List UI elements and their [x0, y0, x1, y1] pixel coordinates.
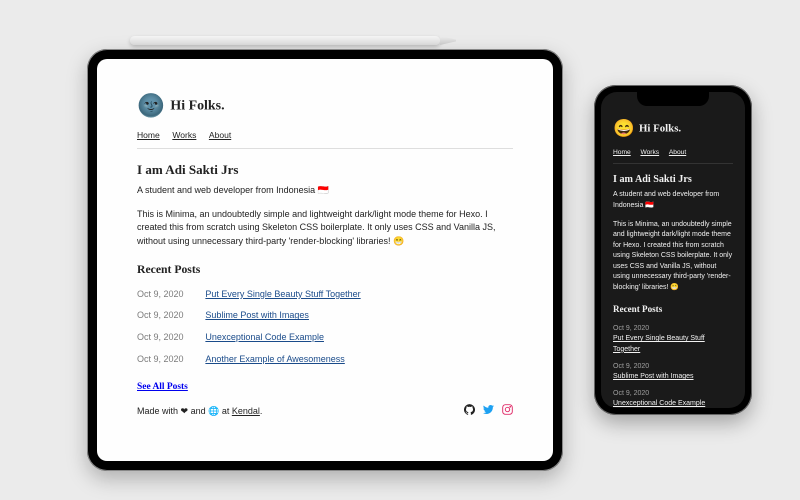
footer: Made with ❤ and 🌐 at Kendal.: [137, 404, 513, 420]
globe-icon: 🌐: [208, 406, 219, 416]
post-row: Oct 9, 2020 Another Example of Awesomene…: [137, 353, 513, 367]
nav-home[interactable]: Home: [137, 130, 160, 140]
post-row: Oct 9, 2020 Sublime Post with Images: [613, 362, 733, 383]
post-date: Oct 9, 2020: [137, 309, 191, 323]
site-title: 🌚 Hi Folks.: [137, 89, 513, 122]
intro-subtitle: A student and web developer from Indones…: [613, 190, 733, 211]
nav-works[interactable]: Works: [172, 130, 196, 140]
intro-heading: I am Adi Sakti Jrs: [613, 172, 733, 187]
footer-text: Made with ❤ and 🌐 at Kendal.: [137, 405, 262, 419]
post-link[interactable]: Unexceptional Code Example: [205, 331, 324, 345]
post-row: Oct 9, 2020 Put Every Single Beauty Stuf…: [613, 324, 733, 356]
post-row: Oct 9, 2020 Sublime Post with Images: [137, 309, 513, 323]
post-link[interactable]: Put Every Single Beauty Stuff Together: [613, 335, 705, 353]
heart-icon: ❤: [181, 406, 189, 416]
site-title-text: Hi Folks.: [170, 99, 224, 114]
post-date: Oct 9, 2020: [137, 331, 191, 345]
see-all-posts-link[interactable]: See All Posts: [137, 380, 188, 394]
post-row: Oct 9, 2020 Unexceptional Code Example: [137, 331, 513, 345]
post-date: Oct 9, 2020: [613, 324, 733, 335]
post-row: Oct 9, 2020 Unexceptional Code Example: [613, 389, 733, 408]
divider: [137, 148, 513, 149]
ipad-screen: 🌚 Hi Folks. Home Works About I am Adi Sak…: [97, 59, 553, 461]
intro-subtitle: A student and web developer from Indones…: [137, 184, 513, 198]
nav-about[interactable]: About: [209, 130, 231, 140]
moon-icon: 🌚: [137, 93, 165, 118]
post-date: Oct 9, 2020: [613, 362, 733, 373]
smile-icon: 😄: [613, 119, 635, 138]
primary-nav: Home Works About: [137, 129, 513, 143]
nav-about[interactable]: About: [669, 149, 686, 156]
iphone-device-frame: 😄 Hi Folks. Home Works About I am Adi Sak…: [594, 85, 752, 415]
site-title-text: Hi Folks.: [639, 122, 681, 134]
intro-paragraph: This is Minima, an undoubtedly simple an…: [137, 208, 513, 249]
social-links: [459, 404, 513, 420]
recent-posts-heading: Recent Posts: [137, 261, 513, 279]
post-link[interactable]: Sublime Post with Images: [205, 309, 309, 323]
post-link[interactable]: Unexceptional Code Example: [613, 400, 705, 407]
intro-paragraph: This is Minima, an undoubtedly simple an…: [613, 220, 733, 294]
apple-pencil: [130, 36, 440, 45]
ipad-device-frame: 🌚 Hi Folks. Home Works About I am Adi Sak…: [87, 49, 563, 471]
post-row: Oct 9, 2020 Put Every Single Beauty Stuf…: [137, 288, 513, 302]
post-link[interactable]: Put Every Single Beauty Stuff Together: [205, 288, 360, 302]
twitter-icon[interactable]: [483, 407, 494, 417]
iphone-screen: 😄 Hi Folks. Home Works About I am Adi Sak…: [601, 92, 745, 408]
divider: [613, 163, 733, 164]
intro-heading: I am Adi Sakti Jrs: [137, 160, 513, 180]
github-icon[interactable]: [464, 407, 475, 417]
post-link[interactable]: Another Example of Awesomeness: [205, 353, 344, 367]
instagram-icon[interactable]: [502, 407, 513, 417]
post-date: Oct 9, 2020: [613, 389, 733, 400]
nav-works[interactable]: Works: [640, 149, 659, 156]
footer-location[interactable]: Kendal: [232, 406, 260, 416]
iphone-notch: [637, 92, 709, 106]
post-date: Oct 9, 2020: [137, 288, 191, 302]
primary-nav: Home Works About: [613, 147, 733, 158]
recent-posts-heading: Recent Posts: [613, 303, 733, 317]
post-date: Oct 9, 2020: [137, 353, 191, 367]
post-link[interactable]: Sublime Post with Images: [613, 373, 694, 380]
nav-home[interactable]: Home: [613, 149, 631, 156]
site-title: 😄 Hi Folks.: [613, 116, 733, 142]
